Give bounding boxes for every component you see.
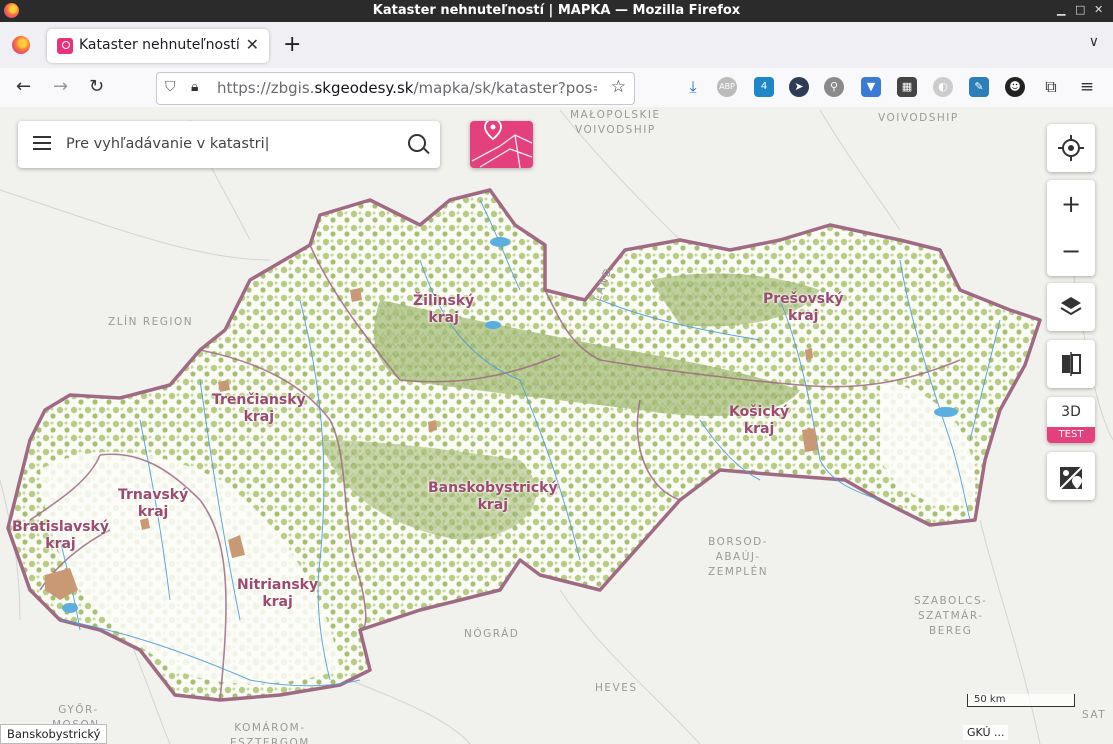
google-maps-button[interactable] — [1047, 452, 1095, 500]
map-attribution[interactable]: GKÚ ... — [963, 725, 1009, 740]
kataster-layer-button[interactable] — [470, 121, 533, 168]
search-extension-icon[interactable]: ⚲ — [824, 77, 844, 97]
lake-bratislava — [62, 603, 78, 613]
neighbor-label: SAT — [1082, 709, 1107, 721]
layers-icon — [1060, 297, 1082, 316]
cursor-extension-icon[interactable]: ➤ — [789, 77, 809, 97]
window-title: Kataster nehnuteľností | MAPKA — Mozilla… — [372, 3, 741, 18]
neighbor-label: NÓGRÁD — [464, 628, 520, 640]
city-trencin — [218, 380, 230, 392]
locate-button[interactable] — [1047, 124, 1095, 172]
tab-kataster[interactable]: Kataster nehnuteľností | MAPKA ✕ — [47, 29, 269, 63]
url-bar[interactable]: ⛉ 🔒︎ https://zbgis.skgeodesy.sk/mapka/sk… — [156, 72, 635, 105]
navigation-toolbar: ← → ↻ ⛉ 🔒︎ https://zbgis.skgeodesy.sk/ma… — [0, 68, 1113, 108]
back-button[interactable]: ← — [16, 76, 31, 97]
test-badge: TEST — [1047, 427, 1095, 443]
city-zilina — [350, 288, 362, 302]
zoom-in-button[interactable]: + — [1047, 180, 1095, 228]
neighbor-label: SZABOLCS- SZATMÁR- BEREG — [914, 595, 988, 637]
lake-liptovska-mara — [485, 321, 501, 329]
search-box[interactable]: Pre vyhľadávanie v katastri| — [18, 121, 440, 168]
tab-title: Kataster nehnuteľností | MAPKA — [79, 37, 239, 53]
mask-extension-icon[interactable]: ☻ — [1005, 77, 1025, 97]
zoom-out-button[interactable]: − — [1047, 228, 1095, 276]
region-label-bratislavsky: Bratislavský kraj — [12, 519, 109, 552]
map-pin-icon — [1059, 466, 1083, 490]
neighbor-label: MAŁOPOLSKIE VOIVODSHIP — [570, 109, 661, 136]
neighbor-label: VOIVODSHIP — [878, 112, 959, 124]
firefox-view-icon[interactable] — [12, 36, 30, 54]
parcel-map-icon — [471, 121, 533, 168]
maximize-icon[interactable]: □ — [1075, 3, 1085, 16]
hamburger-menu-icon[interactable] — [33, 136, 51, 150]
neighbor-label: KOMÁROM- ESZTERGOM — [230, 722, 310, 744]
3d-button[interactable]: 3D TEST — [1047, 397, 1095, 443]
region-label-trenciansky: Trenčiansky kraj — [212, 392, 306, 425]
lock-icon[interactable]: 🔒︎ — [191, 79, 198, 95]
map-viewport[interactable]: MAŁOPOLSKIE VOIVODSHIP VOIVODSHIP ZLÍN R… — [0, 107, 1113, 744]
3d-label: 3D — [1061, 404, 1081, 420]
region-label-presovsky: Prešovský kraj — [763, 291, 844, 324]
region-label-nitriansky: Nitriansky kraj — [237, 577, 319, 610]
city-banska-bystrica — [428, 420, 437, 432]
extensions-puzzle-icon[interactable]: ⧉ — [1041, 77, 1061, 97]
map-scale-bar: 50 km — [967, 694, 1075, 707]
crosshair-icon — [1058, 135, 1084, 161]
reload-button[interactable]: ↻ — [89, 76, 104, 97]
url-text[interactable]: https://zbgis.skgeodesy.sk/mapka/sk/kata… — [217, 79, 597, 97]
kataster-favicon-icon — [57, 38, 73, 54]
pen-extension-icon[interactable]: ✎ — [969, 77, 989, 97]
map-region-status: Banskobystrický — [0, 724, 108, 744]
vpn-shield-icon[interactable]: ▼ — [861, 77, 881, 97]
bookmark-star-icon[interactable]: ☆ — [611, 77, 626, 97]
map-canvas[interactable] — [0, 107, 1113, 744]
neighbor-label: BORSOD- ABAÚJ- ZEMPLÉN — [708, 536, 769, 578]
lake-sirava — [934, 407, 958, 417]
compare-button[interactable] — [1047, 340, 1095, 388]
abp-icon[interactable]: ABP — [717, 77, 737, 97]
hamburger-menu-icon[interactable]: ≡ — [1077, 77, 1097, 97]
region-label-zilinsky: Žilinský kraj — [413, 293, 475, 326]
search-icon[interactable] — [408, 134, 426, 152]
region-label-banskobystricky: Banskobystrický kraj — [428, 480, 558, 513]
lake-orava — [490, 237, 510, 247]
monitor-extension-icon[interactable]: ▦ — [897, 77, 917, 97]
tab-list-chevron-icon[interactable]: ∨ — [1089, 34, 1099, 50]
tab-close-icon[interactable]: ✕ — [246, 35, 259, 54]
zoom-controls: + − — [1047, 180, 1095, 276]
download-icon[interactable]: ⤓ — [683, 77, 703, 97]
close-window-icon[interactable]: ✕ — [1094, 3, 1103, 16]
layers-button[interactable] — [1047, 283, 1095, 331]
neighbor-label: HEVES — [595, 682, 638, 694]
compare-icon — [1062, 352, 1081, 376]
window-titlebar: Kataster nehnuteľností | MAPKA — Mozilla… — [0, 0, 1113, 22]
tab-strip: Kataster nehnuteľností | MAPKA ✕ + ∨ — [0, 22, 1113, 68]
forward-button[interactable]: → — [53, 76, 68, 97]
minimize-icon[interactable]: ▁ — [1057, 3, 1065, 16]
ublock-icon[interactable]: 4 — [754, 77, 774, 97]
palette-extension-icon[interactable]: ◐ — [933, 77, 953, 97]
shield-icon[interactable]: ⛉ — [165, 79, 176, 95]
search-input[interactable]: Pre vyhľadávanie v katastri| — [66, 136, 270, 152]
region-label-kosicky: Košický kraj — [729, 404, 790, 437]
region-label-trnavsky: Trnavský kraj — [118, 487, 189, 520]
city-presov — [805, 348, 813, 360]
new-tab-button[interactable]: + — [283, 32, 301, 57]
neighbor-label: ZLÍN REGION — [108, 316, 194, 328]
